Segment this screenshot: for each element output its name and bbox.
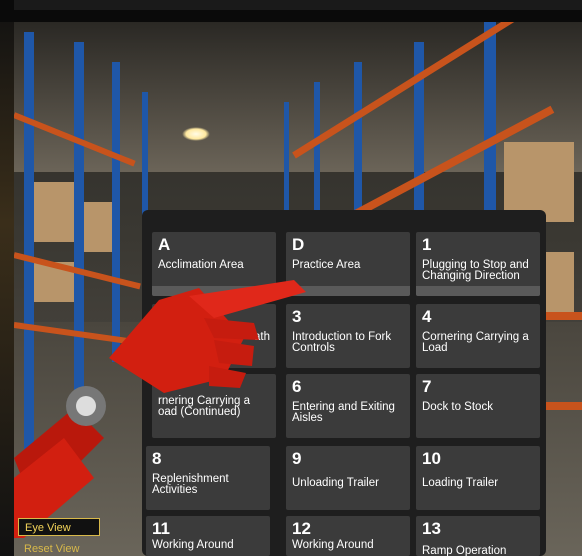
menu-tile-4[interactable]: 4 Cornering Carrying a Load (416, 304, 540, 368)
tile-letter: D (292, 235, 305, 254)
tile-letter: 7 (422, 377, 432, 396)
ceiling-light (182, 127, 210, 141)
wrist-joint-center (76, 396, 96, 416)
tile-letter: 13 (422, 519, 441, 538)
menu-tile-7[interactable]: 7 Dock to Stock (416, 374, 540, 438)
tile-label: Working Around (152, 539, 234, 551)
eye-view-button[interactable]: Eye View (18, 518, 100, 536)
tile-label: Working Around (292, 539, 374, 551)
pallet-box (34, 182, 74, 242)
menu-tile-13[interactable]: 13 Ramp Operation (416, 516, 540, 556)
tile-footer (416, 286, 540, 296)
tile-letter: 10 (422, 449, 441, 468)
top-strip (14, 0, 582, 10)
tile-letter: 1 (422, 235, 432, 254)
tile-label: Acclimation Area (158, 259, 244, 271)
menu-tile-10[interactable]: 10 Loading Trailer (416, 446, 540, 510)
tile-label: Plugging to Stop and Changing Direction (422, 259, 529, 282)
tile-label: Loading Trailer (422, 477, 499, 489)
menu-tile-1[interactable]: 1 Plugging to Stop and Changing Directio… (416, 232, 540, 296)
tile-letter: A (158, 235, 171, 254)
pallet-box (84, 202, 112, 252)
vr-hand-pointer (14, 280, 306, 538)
tile-letter: 4 (422, 307, 432, 326)
tile-label: Cornering Carrying a Load (422, 331, 529, 354)
tile-label: Ramp Operation (422, 545, 507, 556)
curled-finger (214, 340, 254, 366)
reset-view-button[interactable]: Reset View (18, 542, 100, 556)
tile-label: Practice Area (292, 259, 361, 271)
tile-label: Dock to Stock (422, 401, 493, 413)
top-bar (0, 0, 582, 22)
left-edge (0, 0, 14, 556)
